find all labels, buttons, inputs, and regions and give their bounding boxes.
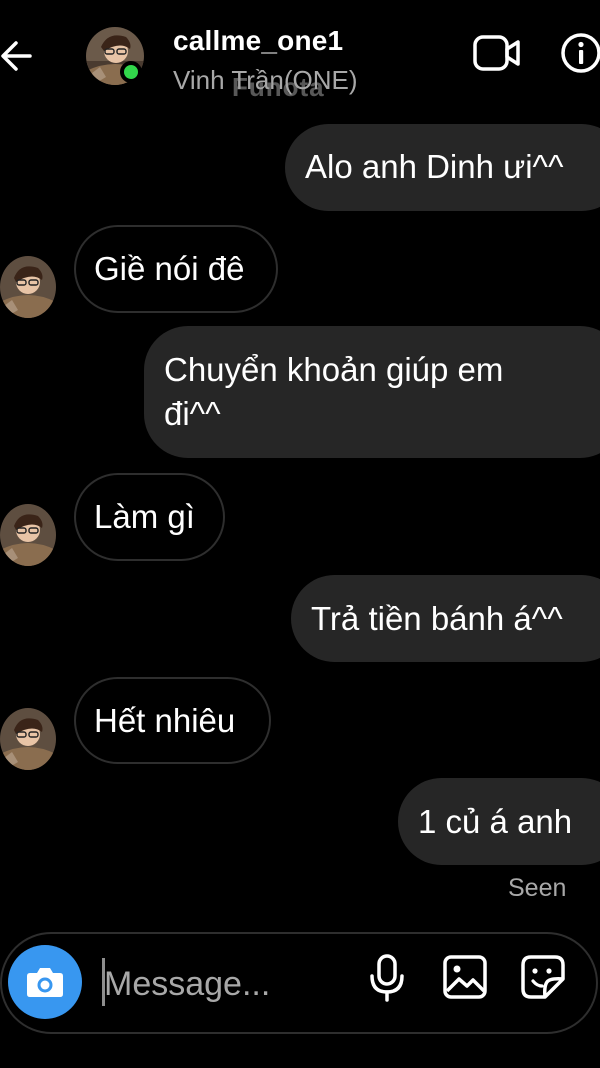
- message-bubble-sent[interactable]: Chuyển khoản giúp em đi^^: [144, 326, 600, 458]
- contact-avatar-small[interactable]: [0, 504, 56, 566]
- message-text: 1 củ á anh: [418, 803, 573, 840]
- message-text-line-2: đi^^: [164, 395, 221, 432]
- video-camera-icon: [473, 35, 520, 71]
- message-bubble-received[interactable]: Giề nói đê: [74, 225, 278, 313]
- message-text: Hết nhiêu: [94, 702, 236, 739]
- contact-avatar-small[interactable]: [0, 708, 56, 770]
- camera-button[interactable]: [8, 945, 82, 1019]
- message-bubble-sent[interactable]: Trả tiền bánh á^^: [291, 575, 600, 662]
- microphone-icon: [370, 954, 404, 1002]
- message-input[interactable]: [104, 956, 344, 1012]
- video-call-button[interactable]: [472, 34, 522, 72]
- message-text: Làm gì: [94, 498, 195, 535]
- gallery-icon: [443, 955, 487, 999]
- online-status-dot: [120, 61, 142, 83]
- sticker-button[interactable]: [520, 954, 566, 1000]
- voice-message-button[interactable]: [366, 954, 408, 1002]
- watermark: Funota: [232, 72, 325, 102]
- seen-status: Seen: [508, 874, 567, 902]
- message-text-line-1: Chuyển khoản giúp em: [164, 351, 504, 388]
- gallery-button[interactable]: [442, 954, 488, 1000]
- message-text: Trả tiền bánh á^^: [311, 600, 563, 637]
- contact-username[interactable]: callme_one1: [173, 25, 343, 57]
- conversation-info-button[interactable]: [560, 32, 600, 74]
- message-bubble-received[interactable]: Làm gì: [74, 473, 225, 561]
- message-text: Alo anh Dinh ưi^^: [305, 148, 564, 185]
- back-button[interactable]: [0, 38, 34, 74]
- message-bubble-sent[interactable]: 1 củ á anh: [398, 778, 600, 865]
- info-icon: [561, 33, 600, 73]
- arrow-left-icon: [1, 41, 32, 71]
- message-bubble-sent[interactable]: Alo anh Dinh ưi^^: [285, 124, 600, 211]
- chat-header: callme_one1 Vinh Trần(ONE) Funota: [0, 0, 600, 110]
- camera-icon: [27, 968, 63, 997]
- contact-avatar-small[interactable]: [0, 256, 56, 318]
- sticker-icon: [521, 955, 565, 999]
- message-bubble-received[interactable]: Hết nhiêu: [74, 677, 271, 764]
- message-text: Giề nói đê: [94, 250, 245, 287]
